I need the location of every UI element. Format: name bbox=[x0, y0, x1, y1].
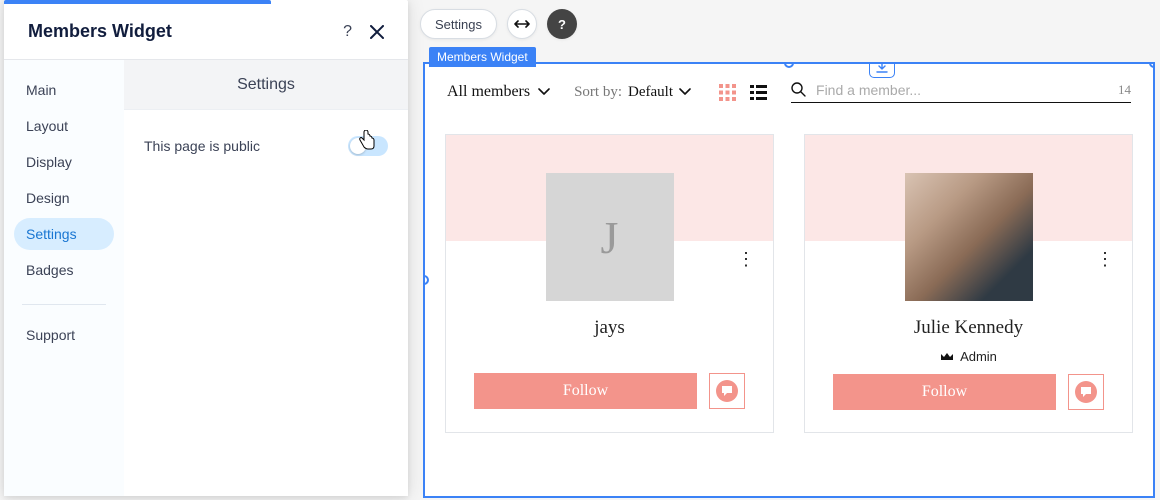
panel-header: Members Widget ? bbox=[4, 4, 408, 60]
floating-help-button[interactable]: ? bbox=[547, 9, 577, 39]
filter-label: All members bbox=[447, 83, 530, 101]
member-count: 14 bbox=[1118, 82, 1131, 98]
tab-support[interactable]: Support bbox=[14, 319, 114, 351]
canvas-frame[interactable]: All members Sort by: Default 14 bbox=[423, 62, 1155, 498]
filter-dropdown[interactable]: All members bbox=[447, 83, 550, 101]
member-role-label: Admin bbox=[960, 349, 997, 364]
help-icon: ? bbox=[558, 17, 566, 32]
download-handle[interactable] bbox=[869, 62, 895, 78]
member-role: Admin bbox=[940, 349, 997, 364]
grid-view-icon[interactable] bbox=[719, 84, 736, 101]
chat-button[interactable] bbox=[709, 373, 745, 409]
member-card: J ⋮ jays Follow bbox=[445, 134, 774, 433]
tab-badges[interactable]: Badges bbox=[14, 254, 114, 286]
public-toggle-label: This page is public bbox=[144, 138, 260, 154]
sort-prefix: Sort by: bbox=[574, 84, 622, 101]
panel-title: Members Widget bbox=[28, 21, 172, 42]
crown-icon bbox=[940, 352, 954, 362]
panel-content: Settings This page is public bbox=[124, 60, 408, 496]
search-input[interactable] bbox=[816, 82, 1104, 98]
sort-value: Default bbox=[628, 84, 673, 101]
toggle-knob bbox=[350, 138, 366, 154]
public-toggle-row: This page is public bbox=[144, 136, 388, 156]
tab-display[interactable]: Display bbox=[14, 146, 114, 178]
chevron-down-icon bbox=[538, 88, 550, 96]
member-name: jays bbox=[594, 317, 625, 339]
card-banner: J bbox=[446, 135, 773, 241]
floating-settings-button[interactable]: Settings bbox=[420, 9, 497, 39]
panel-content-title: Settings bbox=[124, 60, 408, 110]
widget-toolbar: All members Sort by: Default 14 bbox=[425, 64, 1153, 120]
list-view-icon[interactable] bbox=[750, 84, 767, 101]
tab-layout[interactable]: Layout bbox=[14, 110, 114, 142]
card-more-icon[interactable]: ⋮ bbox=[1096, 257, 1114, 261]
settings-panel: Members Widget ? Main Layout Display Des… bbox=[4, 0, 408, 496]
canvas-label: Members Widget bbox=[429, 47, 536, 67]
stretch-button[interactable] bbox=[507, 9, 537, 39]
public-toggle[interactable] bbox=[348, 136, 388, 156]
stretch-icon bbox=[514, 19, 530, 29]
member-name: Julie Kennedy bbox=[914, 317, 1023, 339]
tab-main[interactable]: Main bbox=[14, 74, 114, 106]
help-icon[interactable]: ? bbox=[343, 23, 352, 41]
chat-icon bbox=[1075, 381, 1097, 403]
follow-button[interactable]: Follow bbox=[474, 373, 697, 409]
member-card: ⋮ Julie Kennedy Admin Follow bbox=[804, 134, 1133, 433]
chat-button[interactable] bbox=[1068, 374, 1104, 410]
download-icon bbox=[876, 62, 888, 73]
card-banner bbox=[805, 135, 1132, 241]
card-more-icon[interactable]: ⋮ bbox=[737, 257, 755, 261]
chat-icon bbox=[716, 380, 738, 402]
sort-dropdown[interactable]: Sort by: Default bbox=[574, 84, 691, 101]
search-icon bbox=[791, 82, 806, 97]
follow-button[interactable]: Follow bbox=[833, 374, 1056, 410]
tabs-divider bbox=[22, 304, 106, 305]
floating-controls: Settings ? bbox=[420, 9, 577, 39]
member-cards: J ⋮ jays Follow ⋮ bbox=[425, 120, 1153, 433]
search-wrap: 14 bbox=[791, 82, 1131, 103]
chevron-down-icon bbox=[679, 88, 691, 96]
tab-design[interactable]: Design bbox=[14, 182, 114, 214]
tab-settings[interactable]: Settings bbox=[14, 218, 114, 250]
close-icon[interactable] bbox=[370, 25, 384, 39]
panel-tabs: Main Layout Display Design Settings Badg… bbox=[4, 60, 124, 496]
